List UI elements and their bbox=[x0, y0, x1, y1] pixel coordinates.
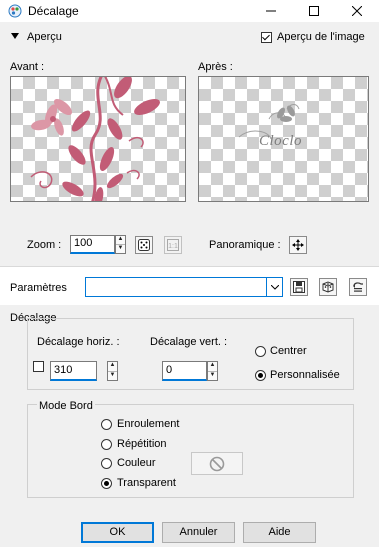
minimize-icon bbox=[266, 10, 276, 12]
move-arrows-icon bbox=[292, 239, 304, 251]
dice-icon bbox=[138, 239, 150, 251]
before-label: Avant : bbox=[10, 61, 45, 73]
watermark-text: Cloclo bbox=[259, 133, 302, 149]
close-icon bbox=[352, 6, 362, 16]
edge-mode-title: Mode Bord bbox=[37, 400, 95, 412]
maximize-button[interactable] bbox=[297, 0, 331, 22]
zoom-actual-button[interactable]: 1:1 bbox=[164, 236, 182, 254]
horiz-link-checkbox[interactable] bbox=[33, 361, 44, 372]
cancel-button[interactable]: Annuler bbox=[162, 522, 235, 543]
help-button[interactable]: Aide bbox=[243, 522, 316, 543]
random-preset-button[interactable] bbox=[319, 278, 337, 296]
one-to-one-icon: 1:1 bbox=[167, 239, 179, 251]
edge-color-swatch[interactable] bbox=[191, 452, 243, 475]
zoom-fit-button[interactable] bbox=[135, 236, 153, 254]
edge-radio-wrap[interactable] bbox=[101, 419, 112, 430]
pan-label: Panoramique : bbox=[209, 239, 281, 251]
chevron-down-icon bbox=[270, 284, 279, 290]
vert-offset-spinner[interactable]: ▲ ▼ bbox=[207, 361, 218, 381]
maximize-icon bbox=[309, 6, 319, 16]
image-preview-checkbox[interactable] bbox=[261, 32, 272, 43]
save-preset-button[interactable] bbox=[290, 278, 308, 296]
custom-radio[interactable] bbox=[255, 370, 266, 381]
floral-vine-image bbox=[30, 77, 160, 201]
svg-text:1:1: 1:1 bbox=[168, 243, 178, 250]
reset-preset-button[interactable] bbox=[349, 278, 367, 296]
horiz-offset-label: Décalage horiz. : bbox=[37, 336, 120, 348]
ok-button[interactable]: OK bbox=[81, 522, 154, 543]
vert-offset-input[interactable]: 0 bbox=[162, 361, 207, 381]
zoom-input[interactable]: 100 bbox=[70, 235, 115, 254]
vert-offset-label: Décalage vert. : bbox=[150, 336, 228, 348]
center-radio[interactable] bbox=[255, 346, 266, 357]
no-color-icon bbox=[209, 456, 225, 471]
app-icon bbox=[8, 4, 22, 18]
params-dropdown-arrow[interactable] bbox=[267, 277, 283, 297]
close-button[interactable] bbox=[340, 0, 374, 22]
after-preview: Cloclo bbox=[198, 76, 369, 202]
edge-label-transparent: Transparent bbox=[117, 477, 176, 489]
before-preview bbox=[10, 76, 186, 202]
zoom-spinner[interactable]: ▲ ▼ bbox=[115, 235, 126, 254]
horiz-offset-input[interactable]: 310 bbox=[50, 361, 97, 381]
after-label: Après : bbox=[198, 61, 233, 73]
zoom-label: Zoom : bbox=[27, 239, 62, 251]
collapse-triangle-icon[interactable] bbox=[11, 32, 19, 40]
save-icon bbox=[293, 281, 305, 293]
edge-radio-transparent[interactable] bbox=[101, 478, 112, 489]
pan-button[interactable] bbox=[289, 236, 307, 254]
minimize-button[interactable] bbox=[254, 0, 288, 22]
dice-icon bbox=[322, 281, 334, 293]
window-title: Décalage bbox=[28, 4, 79, 18]
image-preview-label: Aperçu de l'image bbox=[277, 31, 365, 43]
edge-mode-groupbox bbox=[27, 404, 354, 498]
edge-label-repeat: Répétition bbox=[117, 438, 167, 450]
center-radio-label: Centrer bbox=[270, 345, 307, 357]
reset-icon bbox=[353, 282, 363, 292]
params-dropdown[interactable] bbox=[85, 277, 267, 297]
edge-label-wrap: Enroulement bbox=[117, 418, 180, 430]
params-label: Paramètres bbox=[10, 282, 67, 294]
custom-radio-label: Personnalisée bbox=[270, 369, 340, 381]
horiz-offset-spinner[interactable]: ▲ ▼ bbox=[107, 361, 118, 381]
edge-radio-color[interactable] bbox=[101, 458, 112, 469]
preview-toggle-label[interactable]: Aperçu bbox=[27, 31, 62, 43]
edge-radio-repeat[interactable] bbox=[101, 439, 112, 450]
edge-label-color: Couleur bbox=[117, 457, 156, 469]
